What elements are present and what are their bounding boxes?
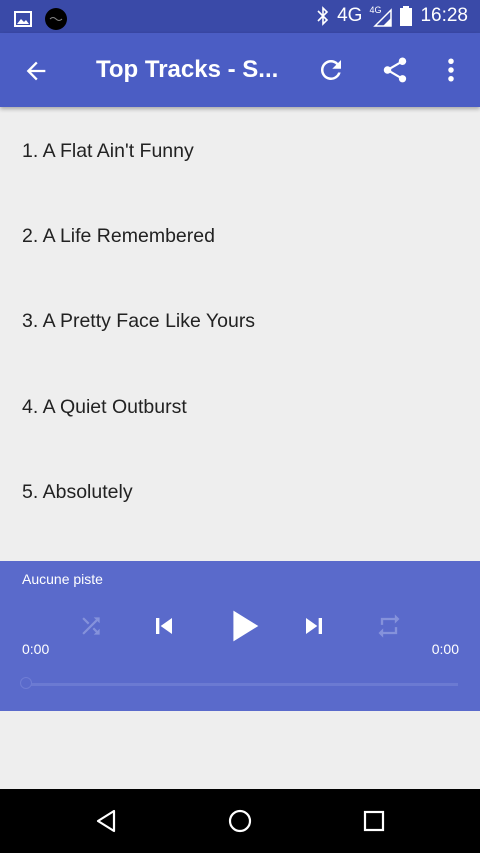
battery-icon (400, 6, 413, 26)
track-item[interactable]: 3. A Pretty Face Like Yours (0, 279, 480, 364)
share-icon[interactable] (380, 55, 410, 85)
shuffle-icon[interactable] (78, 613, 104, 639)
home-circle-icon[interactable] (226, 807, 254, 835)
elapsed-time: 0:00 (22, 641, 50, 657)
status-bar: 4G 4G 16:28 (0, 0, 480, 33)
skip-next-icon[interactable] (298, 610, 330, 642)
track-item[interactable]: 2. A Life Remembered (0, 194, 480, 279)
total-time: 0:00 (431, 641, 459, 657)
repeat-icon[interactable] (375, 612, 403, 640)
more-vert-icon[interactable] (436, 55, 466, 85)
music-player: Aucune piste 0:00 0:00 (0, 561, 480, 711)
track-item[interactable]: 1. A Flat Ain't Funny (0, 108, 480, 194)
system-nav-bar (0, 789, 480, 853)
seek-handle[interactable] (20, 677, 32, 689)
back-arrow-icon[interactable] (22, 57, 50, 85)
track-list: 1. A Flat Ain't Funny 2. A Life Remember… (0, 108, 480, 535)
back-triangle-icon[interactable] (92, 807, 120, 835)
bluetooth-icon (317, 6, 329, 26)
play-icon[interactable] (220, 603, 266, 649)
track-item[interactable]: 5. Absolutely (0, 450, 480, 535)
signal-icon (373, 8, 393, 27)
app-bar: Top Tracks - S... (0, 33, 480, 107)
seek-bar[interactable] (20, 677, 458, 689)
skip-previous-icon[interactable] (148, 610, 180, 642)
signal-indicator: 4G (369, 5, 393, 27)
refresh-icon[interactable] (316, 55, 346, 85)
app-circle-icon (45, 8, 67, 30)
image-icon (14, 11, 32, 27)
status-time: 16:28 (420, 5, 468, 26)
now-playing-label: Aucune piste (22, 571, 103, 587)
recents-square-icon[interactable] (360, 807, 388, 835)
track-item[interactable]: 4. A Quiet Outburst (0, 365, 480, 450)
network-type: 4G (337, 5, 363, 26)
page-title: Top Tracks - S... (96, 56, 279, 83)
